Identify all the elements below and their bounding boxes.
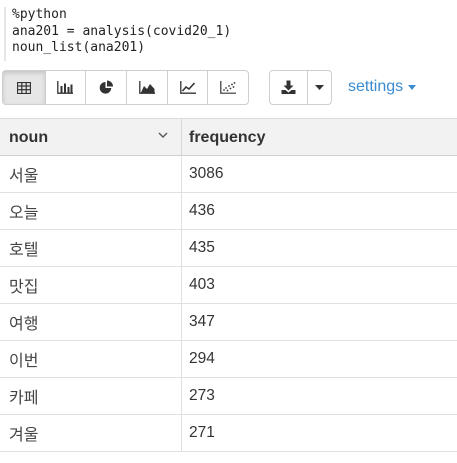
code-editor[interactable]: %python ana201 = analysis(covid20_1) nou… xyxy=(12,7,231,57)
frequency-cell: 436 xyxy=(189,202,215,219)
frequency-cell: 294 xyxy=(189,350,215,367)
noun-cell: 이번 xyxy=(0,341,182,377)
code-line: ana201 = analysis(covid20_1) xyxy=(12,23,232,39)
table-header: noun frequency xyxy=(0,118,457,156)
column-header-noun[interactable]: noun xyxy=(0,119,182,156)
column-header-label: noun xyxy=(9,128,49,146)
settings-dropdown[interactable]: settings xyxy=(348,78,417,96)
line-chart-view-button[interactable] xyxy=(166,71,208,104)
download-icon xyxy=(281,80,296,94)
scatter-chart-view-button[interactable] xyxy=(207,71,248,104)
noun-cell: 여행 xyxy=(0,304,182,340)
pie-chart-icon xyxy=(99,80,113,94)
line-chart-icon xyxy=(179,81,196,94)
bar-chart-view-button[interactable] xyxy=(44,71,86,104)
table-row[interactable]: 맛집 403 xyxy=(0,267,457,304)
table-row[interactable]: 호텔 435 xyxy=(0,230,457,267)
bar-chart-icon xyxy=(57,81,74,94)
area-chart-view-button[interactable] xyxy=(126,71,167,104)
frequency-cell: 271 xyxy=(189,424,215,441)
table-row[interactable]: 오늘 436 xyxy=(0,193,457,230)
chevron-down-icon[interactable] xyxy=(158,132,168,139)
code-gutter xyxy=(4,7,6,61)
code-line: %python xyxy=(12,7,67,22)
table-row[interactable]: 이번 294 xyxy=(0,341,457,378)
noun-cell: 서울 xyxy=(0,156,182,192)
noun-cell: 카페 xyxy=(0,378,182,414)
code-paragraph[interactable]: %python ana201 = analysis(covid20_1) nou… xyxy=(0,7,457,62)
caret-down-icon xyxy=(408,85,417,90)
noun-cell: 겨울 xyxy=(0,415,182,451)
code-line: noun_list(ana201) xyxy=(12,40,146,55)
frequency-cell: 435 xyxy=(189,239,215,256)
noun-cell: 오늘 xyxy=(0,193,182,229)
noun-cell: 맛집 xyxy=(0,267,182,303)
caret-down-icon xyxy=(315,85,325,90)
download-dropdown-toggle[interactable] xyxy=(307,71,331,104)
result-toolbar: settings xyxy=(0,70,457,108)
table-row[interactable]: 서울 3086 xyxy=(0,156,457,193)
scatter-chart-icon xyxy=(220,81,237,94)
table-row[interactable]: 겨울 271 xyxy=(0,415,457,452)
area-chart-icon xyxy=(138,81,155,94)
table-icon xyxy=(16,81,31,94)
noun-cell: 호텔 xyxy=(0,230,182,266)
download-button[interactable] xyxy=(270,71,307,104)
result-table: noun frequency 서울 3086 오늘 436 호텔 435 맛집 … xyxy=(0,118,457,463)
pie-chart-view-button[interactable] xyxy=(85,71,126,104)
table-view-button[interactable] xyxy=(3,71,45,104)
table-row[interactable]: 여행 347 xyxy=(0,304,457,341)
visualization-button-group xyxy=(2,70,249,105)
column-header-label: frequency xyxy=(189,128,266,146)
download-button-group xyxy=(269,70,332,105)
frequency-cell: 403 xyxy=(189,276,215,293)
frequency-cell: 3086 xyxy=(189,165,224,182)
frequency-cell: 273 xyxy=(189,387,215,404)
settings-label: settings xyxy=(348,78,404,95)
frequency-cell: 347 xyxy=(189,313,215,330)
column-header-frequency[interactable]: frequency xyxy=(182,119,457,156)
table-row[interactable]: 카페 273 xyxy=(0,378,457,415)
